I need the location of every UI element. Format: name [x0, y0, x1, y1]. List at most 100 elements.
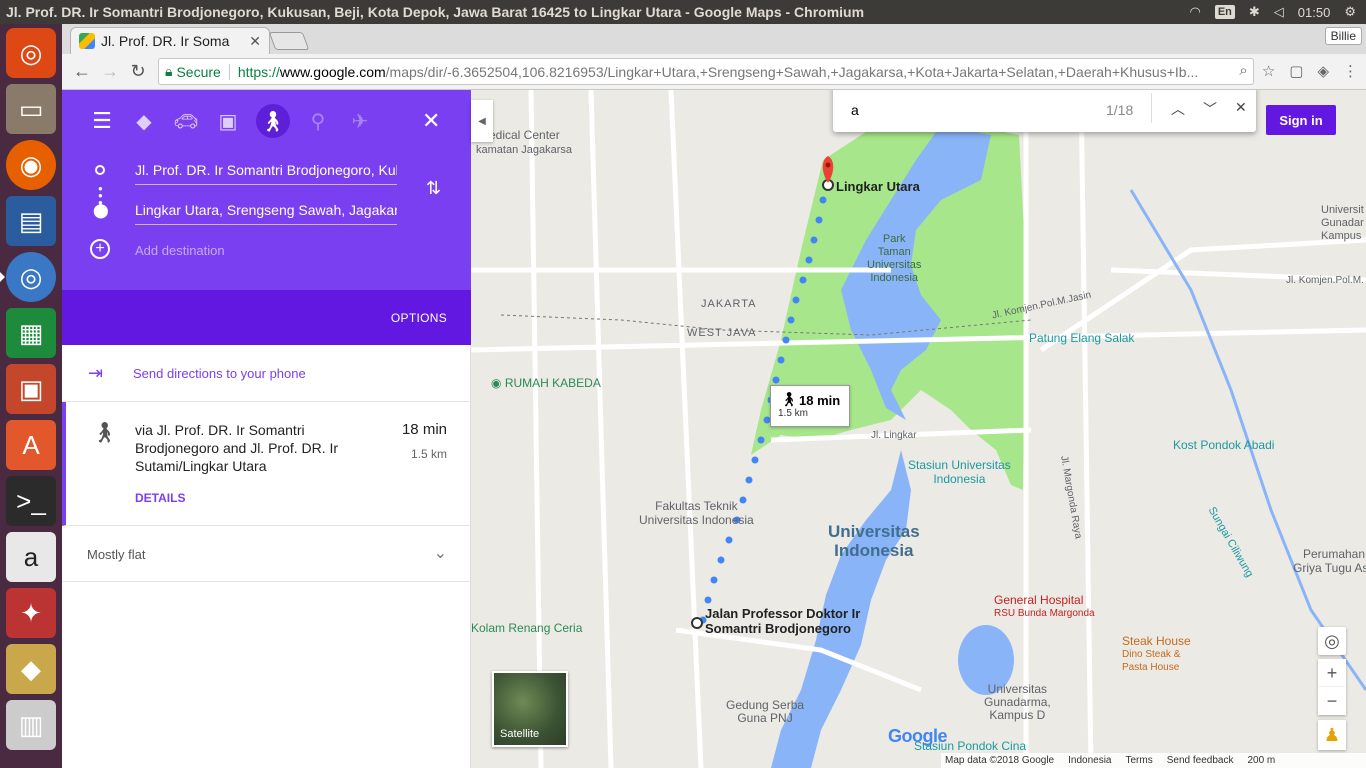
- close-directions-icon[interactable]: ✕: [422, 108, 440, 134]
- label-kost[interactable]: Kost Pondok Abadi: [1173, 438, 1274, 452]
- collapse-panel-button[interactable]: ◀: [471, 100, 493, 142]
- settings-gear-icon[interactable]: ⚙: [1344, 4, 1356, 20]
- map-canvas[interactable]: Medical Center kamatan Jagakarsa Lingkar…: [471, 90, 1366, 768]
- driving-mode-icon[interactable]: 🚗︎: [172, 104, 200, 138]
- terminal-icon[interactable]: >_: [6, 476, 56, 526]
- new-tab-button[interactable]: [268, 32, 310, 50]
- browser-tab[interactable]: Jl. Prof. DR. Ir Soma ✕: [70, 27, 270, 54]
- country-link[interactable]: Indonesia: [1068, 755, 1111, 766]
- find-close-icon[interactable]: ✕: [1235, 99, 1247, 116]
- destination-input[interactable]: Lingkar Utara, Srengseng Sawah, Jagakars…: [135, 202, 397, 225]
- label-rumah-kabeda[interactable]: ◉ RUMAH KABEDA: [491, 376, 601, 390]
- route-via: via Jl. Prof. DR. Ir Somantri Brodjonego…: [135, 422, 339, 474]
- directions-panel: ☰ ◆ 🚗︎ ▣ 🚶︎ ⚲ ✈ ✕ Jl. Prof. DR. Ir Soman…: [62, 90, 471, 768]
- send-to-phone-row[interactable]: ⇥ Send directions to your phone: [62, 345, 471, 402]
- bookmark-star-icon[interactable]: ☆: [1262, 62, 1275, 80]
- transit-mode-icon[interactable]: ▣: [214, 104, 242, 138]
- map-data-credit: Map data ©2018 Google: [945, 755, 1055, 766]
- cycling-mode-icon[interactable]: ⚲: [304, 104, 332, 138]
- files-icon[interactable]: ▭: [6, 84, 56, 134]
- options-button[interactable]: OPTIONS: [391, 311, 447, 325]
- scale-bar[interactable]: 200 m: [1247, 755, 1275, 766]
- find-in-page-icon[interactable]: ⌕: [1239, 62, 1247, 80]
- pegman-icon[interactable]: ♟: [1318, 720, 1346, 750]
- add-destination-icon[interactable]: +: [90, 239, 110, 259]
- flights-mode-icon[interactable]: ✈: [346, 104, 374, 138]
- label-general-hospital[interactable]: General Hospital RSU Bunda Margonda: [994, 594, 1095, 620]
- origin-input[interactable]: Jl. Prof. DR. Ir Somantri Brodjonegoro, …: [135, 162, 397, 185]
- route-option[interactable]: 🚶︎ via Jl. Prof. DR. Ir Somantri Brodjon…: [62, 402, 471, 526]
- route-duration-bubble[interactable]: 🚶︎ 18 min 1.5 km: [770, 385, 850, 427]
- add-destination-input[interactable]: Add destination: [135, 243, 397, 264]
- label-komjen-right: Jl. Komjen.Pol.M.: [1286, 275, 1364, 286]
- keyboard-layout-indicator[interactable]: En: [1214, 5, 1235, 19]
- satellite-toggle[interactable]: Satellite: [492, 671, 568, 747]
- system-settings-icon[interactable]: ✦: [6, 588, 56, 638]
- forward-arrow-icon[interactable]: →: [96, 61, 124, 82]
- label-gunadarma-right[interactable]: Universit Gunadar Kampus: [1321, 204, 1364, 243]
- elevation-label: Mostly flat: [87, 547, 146, 562]
- url-host: www.google.com: [279, 63, 386, 80]
- sign-in-button[interactable]: Sign in: [1266, 105, 1336, 135]
- send-feedback-link[interactable]: Send feedback: [1167, 755, 1234, 766]
- chromium-icon[interactable]: ◎: [0, 252, 56, 302]
- details-button[interactable]: DETAILS: [135, 491, 185, 505]
- close-tab-icon[interactable]: ✕: [249, 33, 261, 50]
- zoom-out-icon[interactable]: −: [1318, 687, 1346, 715]
- app-icon[interactable]: ◆: [6, 644, 56, 694]
- menu-hamburger-icon[interactable]: ☰: [88, 104, 116, 138]
- swap-icon[interactable]: ⇅: [426, 178, 441, 199]
- chevron-down-icon[interactable]: ⌄: [434, 543, 447, 563]
- end-label[interactable]: Lingkar Utara: [836, 179, 920, 194]
- terms-link[interactable]: Terms: [1126, 755, 1153, 766]
- label-park[interactable]: Park Taman Universitas Indonesia: [867, 233, 921, 285]
- firefox-icon[interactable]: ◉: [6, 140, 56, 190]
- software-center-icon[interactable]: A: [6, 420, 56, 470]
- route-time: 18 min: [401, 421, 447, 438]
- address-bar[interactable]: 🔒︎ Secure https://www.google.com/maps/di…: [158, 58, 1254, 85]
- label-jl-lingkar: Jl. Lingkar: [871, 430, 917, 441]
- back-arrow-icon[interactable]: ←: [68, 61, 96, 82]
- label-kolam[interactable]: Kolam Renang Ceria: [471, 621, 582, 635]
- clock[interactable]: 01:50: [1298, 5, 1331, 20]
- reload-icon[interactable]: ↻: [124, 61, 152, 82]
- send-to-phone-link[interactable]: Send directions to your phone: [133, 366, 306, 381]
- bluetooth-icon[interactable]: ✱: [1249, 4, 1260, 20]
- profile-button[interactable]: Billie: [1324, 27, 1362, 45]
- volume-icon[interactable]: ◁: [1274, 4, 1284, 20]
- label-stasiun-ui[interactable]: Stasiun Universitas Indonesia: [908, 458, 1011, 486]
- label-universitas-indonesia[interactable]: Universitas Indonesia: [828, 522, 920, 560]
- libreoffice-calc-icon[interactable]: ▦: [6, 308, 56, 358]
- ubuntu-dash-icon[interactable]: ◎: [6, 28, 56, 78]
- elevation-row[interactable]: Mostly flat ⌄: [62, 526, 471, 582]
- google-logo: Google: [888, 726, 948, 746]
- libreoffice-writer-icon[interactable]: ▤: [6, 196, 56, 246]
- route-distance: 1.5 km: [410, 447, 447, 461]
- start-label[interactable]: Jalan Professor Doktor Ir Somantri Brodjo…: [705, 606, 860, 636]
- menu-kebab-icon[interactable]: ⋮: [1343, 62, 1358, 80]
- best-travel-mode-icon[interactable]: ◆: [130, 104, 158, 138]
- label-gunadarma[interactable]: Universitas Gunadarma, Kampus D: [984, 683, 1051, 722]
- send-to-phone-icon: ⇥: [88, 363, 104, 383]
- label-jakarta: JAKARTA: [701, 298, 757, 310]
- wifi-icon[interactable]: ◠: [1189, 4, 1200, 20]
- walking-mode-icon[interactable]: 🚶︎: [256, 104, 290, 138]
- find-next-icon[interactable]: ﹀: [1203, 99, 1217, 119]
- label-steak-house[interactable]: Steak House Dino Steak & Pasta House: [1122, 635, 1191, 674]
- extension-2-icon[interactable]: ◈: [1317, 62, 1329, 80]
- label-gedung[interactable]: Gedung Serba Guna PNJ: [726, 699, 804, 725]
- find-input[interactable]: a: [851, 102, 859, 118]
- zoom-in-icon[interactable]: +: [1318, 659, 1346, 687]
- find-previous-icon[interactable]: ︿: [1171, 99, 1185, 119]
- trash-icon[interactable]: ▥: [6, 700, 56, 750]
- amazon-icon[interactable]: a: [6, 532, 56, 582]
- label-patung[interactable]: Patung Elang Salak: [1029, 331, 1134, 345]
- label-perumahan[interactable]: PerumahanGriya Tugu Asri: [1293, 547, 1366, 575]
- my-location-icon[interactable]: ◎: [1318, 627, 1346, 655]
- extension-icon[interactable]: ▢: [1289, 62, 1303, 80]
- satellite-label: Satellite: [500, 728, 540, 740]
- label-fakultas[interactable]: Fakultas Teknik Universitas Indonesia: [639, 499, 754, 527]
- find-bar: a 1/18 ︿ ﹀ ✕: [833, 90, 1256, 132]
- libreoffice-impress-icon[interactable]: ▣: [6, 364, 56, 414]
- walking-icon: 🚶︎: [92, 422, 118, 444]
